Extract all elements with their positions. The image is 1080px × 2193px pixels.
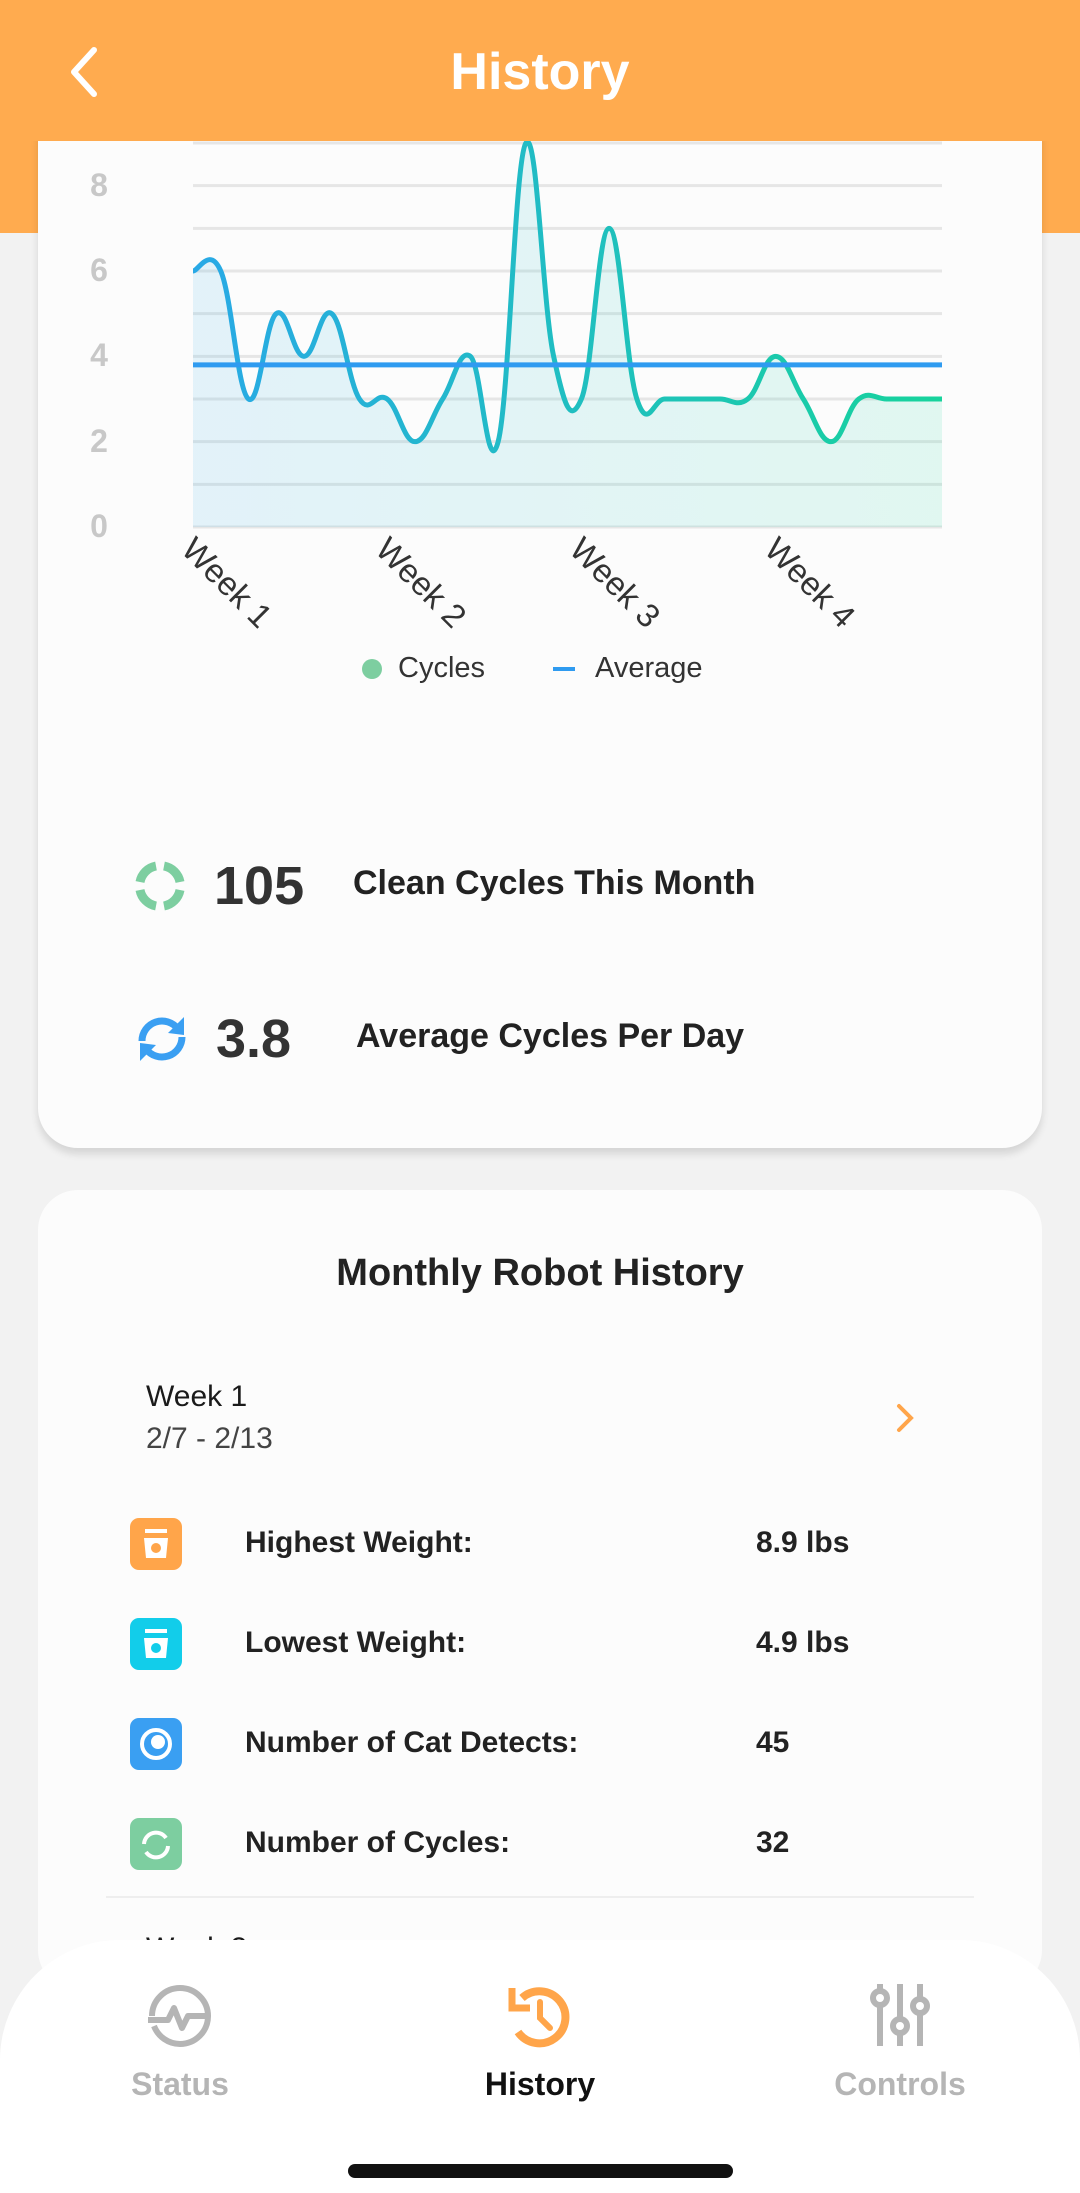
stat-row: Number of Cycles: 32	[130, 1818, 950, 1870]
legend-dash	[553, 667, 575, 672]
divider	[106, 1896, 974, 1898]
top-bar: History	[0, 0, 1080, 141]
y-tick-label: 4	[90, 337, 108, 374]
sync-icon	[138, 1017, 186, 1061]
sliders-icon	[870, 1984, 930, 2046]
legend-cycles: Cycles	[362, 652, 485, 685]
week-dates: 2/7 - 2/13	[146, 1422, 273, 1455]
y-tick-label: 2	[90, 422, 108, 459]
stat-row: Highest Weight: 8.9 lbs	[130, 1518, 950, 1570]
legend-dot	[362, 659, 382, 680]
y-tick-label: 0	[90, 508, 108, 544]
page-title: History	[450, 43, 630, 101]
tab-history[interactable]: History	[440, 1980, 640, 2103]
stat-clean-cycles: 105 Clean Cycles This Month	[132, 855, 755, 917]
history-icon	[508, 1987, 570, 2048]
week-title: Week 1	[146, 1380, 248, 1413]
scale-icon	[130, 1618, 182, 1670]
legend-average: Average	[553, 652, 703, 685]
y-tick-label: 8	[90, 166, 108, 203]
y-tick-label: 6	[90, 252, 108, 288]
eye-icon	[130, 1718, 182, 1770]
recycle-icon	[135, 861, 185, 911]
stat-average-cycles: 3.8 Average Cycles Per Day	[132, 1008, 744, 1070]
home-indicator[interactable]	[348, 2164, 733, 2178]
stat-row: Number of Cat Detects: 45	[130, 1718, 950, 1770]
chevron-right-icon[interactable]	[890, 1400, 920, 1436]
monthly-history-card: Monthly Robot History Week 1 2/7 - 2/13 …	[38, 1190, 1042, 1990]
cycles-area	[193, 141, 942, 527]
pulse-icon	[148, 1985, 211, 2048]
section-title: Monthly Robot History	[336, 1252, 744, 1294]
scale-icon	[130, 1518, 182, 1570]
tab-status[interactable]: Status	[80, 1980, 280, 2103]
bottom-nav: Status History Controls	[0, 1940, 1080, 2193]
stat-row: Lowest Weight: 4.9 lbs	[130, 1618, 950, 1670]
tab-controls[interactable]: Controls	[800, 1980, 1000, 2103]
cycle-icon	[130, 1818, 182, 1870]
